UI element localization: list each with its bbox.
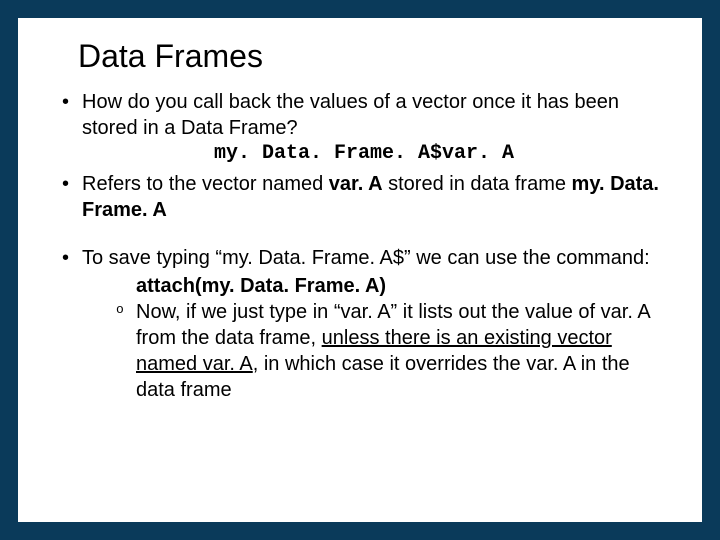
bullet-2: Refers to the vector named var. A stored…	[56, 171, 672, 223]
bullet-list: How do you call back the values of a vec…	[48, 89, 672, 403]
bullet-3-text: To save typing “my. Data. Frame. A$” we …	[82, 247, 650, 269]
spacer	[56, 227, 672, 245]
attach-command: attach(my. Data. Frame. A)	[116, 273, 672, 299]
bullet-2-var: var. A	[329, 173, 383, 195]
slide-title: Data Frames	[78, 38, 672, 75]
sub-bullet: Now, if we just type in “var. A” it list…	[116, 299, 672, 403]
slide-card: Data Frames How do you call back the val…	[18, 18, 702, 522]
bullet-1-text: How do you call back the values of a vec…	[82, 91, 619, 139]
bullet-2-mid: stored in data frame	[383, 173, 572, 195]
code-line-1: my. Data. Frame. A$var. A	[56, 141, 672, 167]
bullet-1: How do you call back the values of a vec…	[56, 89, 672, 167]
bullet-3: To save typing “my. Data. Frame. A$” we …	[56, 245, 672, 403]
bullet-2-pre: Refers to the vector named	[82, 173, 329, 195]
sub-list: attach(my. Data. Frame. A) Now, if we ju…	[82, 273, 672, 403]
